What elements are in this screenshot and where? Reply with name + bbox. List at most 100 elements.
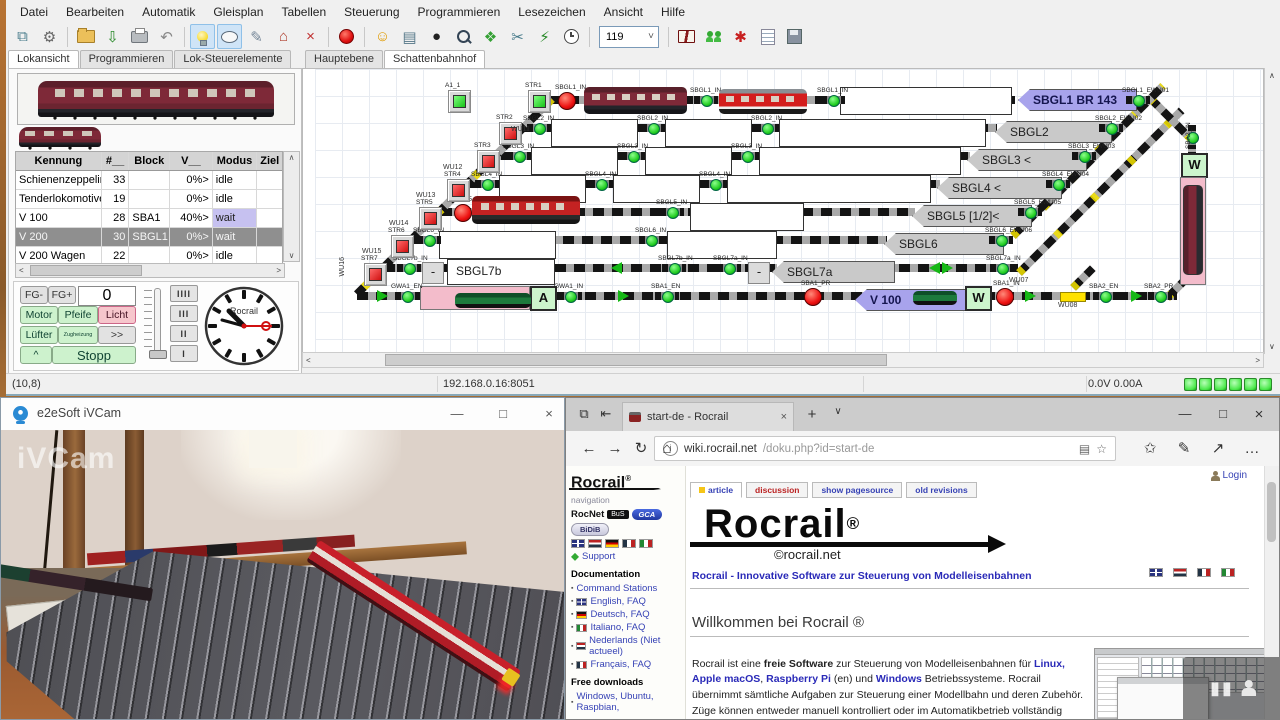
menu-item-datei[interactable]: Datei [12,2,56,22]
plan-minus-button[interactable]: - [422,262,444,284]
plan-direction-arrow[interactable] [618,290,629,302]
hscroll-thumb[interactable] [30,265,142,276]
plan-blocklabel-SBGL2[interactable]: SBGL2 [995,121,1112,143]
table-row[interactable]: Tenderlokomotive 19 0%> idle [16,190,282,209]
reading-view-icon[interactable]: ▤ [1079,442,1090,456]
plan-signal-SBGL5_IN[interactable]: SBGL5_IN [451,196,482,222]
luefter-button[interactable]: Lüfter [20,326,58,344]
console-icon[interactable] [217,24,242,49]
plan-block[interactable] [779,119,986,147]
plan-blocklabel-SBGL3 <[interactable]: SBGL3 < [967,149,1087,171]
close-button[interactable]: × [539,404,559,424]
download-icon[interactable]: ⇩ [100,24,125,49]
table-row[interactable]: V 200 30 SBGL1 0%> wait [16,228,282,247]
menu-item-tabellen[interactable]: Tabellen [273,2,334,22]
refresh-icon[interactable]: ↻ [630,438,652,460]
plan-button-A1_1[interactable]: A1_1 [445,82,471,113]
plan-sensor-SBGL4_IN[interactable]: SBGL4_IN [699,171,730,191]
plan-blocklabel-SBGL1 BR 143[interactable]: SBGL1 BR 143 [1018,89,1137,111]
tab-hauptebene[interactable]: Hauptebene [305,50,383,68]
plan-direction-arrow[interactable] [1131,290,1142,302]
loco-table-vscrollbar[interactable]: ∧ ∨ [283,151,300,262]
login-link[interactable]: Login [1210,470,1247,481]
home-icon[interactable]: ⌂ [271,24,296,49]
doc-link[interactable]: Nederlands (Niet actueel) [589,635,680,657]
users-icon[interactable] [701,24,726,49]
plan-hscrollbar[interactable]: < > [302,352,1264,368]
plan-loco-image[interactable] [913,291,957,305]
plan-sensor-SBGL2_EWU02[interactable]: SBGL2_EWU02 [1095,115,1142,135]
open-folder-icon[interactable] [73,24,98,49]
settings-g ears-icon[interactable]: ⚙ [37,24,62,49]
plan-sensor-SBA2_IN[interactable]: SBA2_IN [1185,122,1199,149]
tab-programmieren[interactable]: Programmieren [79,50,174,68]
person-overlay-icon[interactable] [1241,680,1256,696]
plan-sensor-SBGL6_IN[interactable]: SBGL6_IN [413,227,444,247]
smiley-icon[interactable]: ☺ [370,24,395,49]
tab-close-icon[interactable]: × [781,411,787,423]
loco-table-hscrollbar[interactable]: < > [15,263,285,278]
plan-button-STR1[interactable]: STR1 [525,82,551,113]
browser-tab[interactable]: start-de - Rocrail × [622,402,794,431]
plan-sensor-SBGL4_EWU04[interactable]: SBGL4_EWU04 [1042,171,1089,191]
menu-item-gleisplan[interactable]: Gleisplan [205,2,271,22]
plan-sensor-SBGL3_EWU03[interactable]: SBGL3_EWU03 [1068,143,1115,163]
plan-loco-image[interactable] [1183,185,1203,275]
maximize-button[interactable]: □ [493,404,513,424]
menu-item-programmieren[interactable]: Programmieren [410,2,509,22]
plan-sensor-SBA2_PR[interactable]: SBA2_PR [1144,283,1173,303]
support-link[interactable]: Support [582,551,615,562]
zugheizung-button[interactable]: Zugheizung [58,326,98,344]
plan-sensor-SBGL4_IN[interactable]: SBGL4_IN [471,171,502,191]
plan-loco-image[interactable] [472,196,580,224]
plan-sensor-SBGL1_EWU01[interactable]: SBGL1_EWU01 [1122,87,1169,107]
tagline-flags[interactable] [1149,568,1235,577]
speed-step-button-IIII[interactable]: IIII [170,285,198,302]
minimize-button[interactable]: — [447,404,467,424]
favorite-star-icon[interactable]: ☆ [1096,442,1107,456]
record-icon[interactable] [334,24,359,49]
routes-icon[interactable]: ❖ [478,24,503,49]
plan-sensor-SBGL6_IN[interactable]: SBGL6_IN [635,227,666,247]
fast-clock-icon[interactable] [559,24,584,49]
new-tab-button[interactable]: + [802,406,822,424]
fg-plus-button[interactable]: FG+ [48,286,76,304]
plan-block[interactable] [690,203,804,231]
doc-link[interactable]: Italiano, FAQ [590,622,645,633]
plan-sensor-SBGL3_IN[interactable]: SBGL3_IN [731,143,762,163]
plan-direction-arrow[interactable] [611,262,622,274]
tab-lokansicht[interactable]: Lokansicht [8,50,79,68]
plan-sensor-SBA2_EN[interactable]: SBA2_EN [1089,283,1118,303]
plan-sensor-SBGL4_IN[interactable]: SBGL4_IN [585,171,616,191]
flag-it[interactable] [1221,568,1235,577]
plan-sensor-SBGL7b_IN[interactable]: SBGL7b_IN [658,255,693,275]
speed-step-button-II[interactable]: II [170,325,198,342]
table-row[interactable]: V 100 28 SBA1 40%> wait [16,209,282,228]
speed-step-button-III[interactable]: III [170,305,198,322]
plan-sensor-SBGL6_EWU06[interactable]: SBGL6_EWU06 [985,227,1032,247]
plan-block-SBGL7b[interactable]: SBGL7b [447,259,555,285]
flag-fr[interactable] [622,539,636,549]
plan-direction-arrow[interactable] [1025,290,1036,302]
web-note-icon[interactable]: ✎ [1173,438,1195,460]
tab-schattenbahnhof[interactable]: Schattenbahnhof [383,50,486,68]
plan-blocklabel-SBGL4 <[interactable]: SBGL4 < [937,177,1062,199]
address-bar[interactable]: i wiki.rocrail.net/doku.php?id=start-de … [654,436,1116,461]
plan-direction-arrow[interactable] [377,290,388,302]
plan-loco-image[interactable] [719,89,807,114]
gca-badge[interactable]: GCA [631,509,663,521]
plan-loco-image[interactable] [584,87,687,114]
pause-icon[interactable]: ▮▮ [1210,678,1234,699]
plan-sensor-SBGL7a_IN[interactable]: SBGL7a_IN [986,255,1021,275]
doc-link[interactable]: Deutsch, FAQ [590,609,649,620]
plan-direction-arrow[interactable] [929,262,940,274]
menu-item-hilfe[interactable]: Hilfe [653,2,693,22]
plan-direction-arrow[interactable] [942,262,953,274]
flag-gb[interactable] [571,539,585,549]
table-row[interactable]: Schienenzeppelin 33 0%> idle [16,171,282,190]
plan-block[interactable] [727,175,931,203]
bidib-badge[interactable]: BiDiB [571,523,610,537]
home-icon[interactable]: ⌂ [656,438,678,460]
plan-sensor-GWA1_IN[interactable]: GWA1_IN [554,283,583,303]
plan-block[interactable] [759,147,961,175]
